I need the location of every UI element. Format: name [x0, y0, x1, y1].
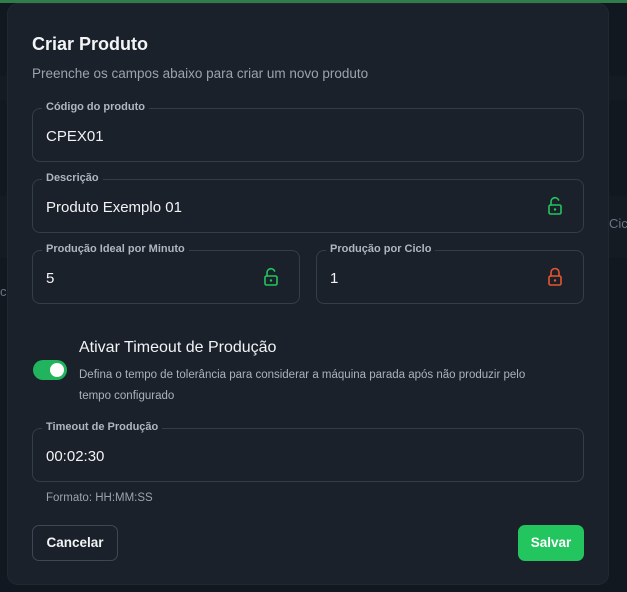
format-hint: Formato: HH:MM:SS [46, 492, 153, 504]
description-value[interactable]: Produto Exemplo 01 [46, 199, 182, 216]
lock-icon[interactable] [547, 267, 563, 287]
product-code-value[interactable]: CPEX01 [46, 128, 104, 145]
ideal-production-value[interactable]: 5 [46, 270, 54, 287]
description-label: Descrição [42, 172, 103, 184]
cycle-production-field[interactable]: Produção por Ciclo 1 [316, 243, 584, 304]
timeout-value[interactable]: 00:02:30 [46, 448, 104, 465]
unlock-icon[interactable] [547, 196, 563, 216]
product-code-label: Código do produto [42, 101, 149, 113]
save-button[interactable]: Salvar [518, 525, 584, 561]
cancel-button[interactable]: Cancelar [32, 525, 118, 561]
description-field[interactable]: Descrição Produto Exemplo 01 [32, 172, 584, 233]
timeout-toggle[interactable] [33, 360, 67, 380]
unlock-icon[interactable] [263, 267, 279, 287]
timeout-toggle-title: Ativar Timeout de Produção [79, 339, 277, 356]
create-product-dialog: Criar Produto Preenche os campos abaixo … [8, 4, 608, 584]
toggle-knob [50, 363, 64, 377]
timeout-field[interactable]: Timeout de Produção 00:02:30 [32, 421, 584, 482]
timeout-toggle-description: Defina o tempo de tolerância para consid… [79, 369, 526, 402]
cycle-production-value[interactable]: 1 [330, 270, 338, 287]
background-right-text: Cic [609, 216, 627, 231]
ideal-production-label: Produção Ideal por Minuto [42, 243, 189, 255]
timeout-label: Timeout de Produção [42, 421, 163, 433]
ideal-production-field[interactable]: Produção Ideal por Minuto 5 [32, 243, 300, 304]
dialog-subtitle: Preenche os campos abaixo para criar um … [32, 66, 369, 81]
cycle-production-label: Produção por Ciclo [326, 243, 436, 255]
product-code-field[interactable]: Código do produto CPEX01 [32, 101, 584, 162]
dialog-title: Criar Produto [32, 34, 149, 54]
top-accent-line [0, 0, 627, 3]
